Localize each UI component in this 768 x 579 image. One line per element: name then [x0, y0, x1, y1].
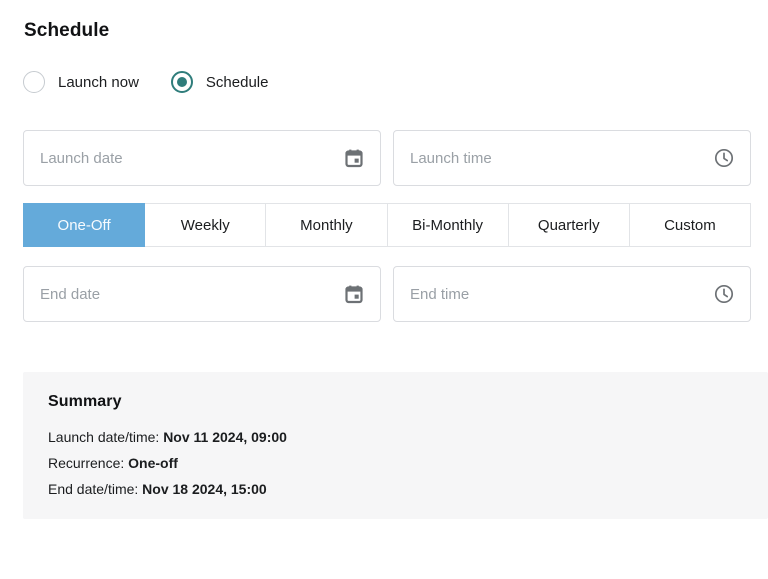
tab-monthly[interactable]: Monthly	[265, 203, 387, 247]
launch-mode-radio-group: Launch now Schedule	[23, 71, 768, 93]
radio-launch-now-label: Launch now	[58, 74, 139, 91]
summary-label: End date/time:	[48, 481, 142, 497]
launch-date-input[interactable]	[40, 150, 343, 167]
clock-icon[interactable]	[713, 147, 735, 169]
launch-datetime-row	[23, 130, 751, 186]
radio-launch-now[interactable]: Launch now	[23, 71, 139, 93]
radio-schedule-label: Schedule	[206, 74, 269, 91]
schedule-panel: Schedule Launch now Schedule	[0, 0, 768, 579]
tab-custom[interactable]: Custom	[629, 203, 751, 247]
summary-row-launch: Launch date/time: Nov 11 2024, 09:00	[48, 424, 743, 450]
launch-time-field[interactable]	[393, 130, 751, 186]
tab-bi-monthly[interactable]: Bi-Monthly	[387, 203, 509, 247]
radio-selected-icon[interactable]	[171, 71, 193, 93]
summary-card: Summary Launch date/time: Nov 11 2024, 0…	[23, 372, 768, 519]
end-date-input[interactable]	[40, 286, 343, 303]
summary-row-end: End date/time: Nov 18 2024, 15:00	[48, 476, 743, 502]
radio-schedule[interactable]: Schedule	[171, 71, 269, 93]
launch-date-field[interactable]	[23, 130, 381, 186]
calendar-icon[interactable]	[343, 283, 365, 305]
tab-weekly[interactable]: Weekly	[144, 203, 266, 247]
summary-value: One-off	[128, 455, 178, 471]
clock-icon[interactable]	[713, 283, 735, 305]
summary-title: Summary	[48, 393, 743, 411]
recurrence-tabs: One-Off Weekly Monthly Bi-Monthly Quarte…	[23, 203, 751, 247]
tab-quarterly[interactable]: Quarterly	[508, 203, 630, 247]
summary-label: Recurrence:	[48, 455, 128, 471]
launch-time-input[interactable]	[410, 150, 713, 167]
end-time-field[interactable]	[393, 266, 751, 322]
calendar-icon[interactable]	[343, 147, 365, 169]
end-datetime-row	[23, 266, 751, 322]
summary-label: Launch date/time:	[48, 429, 163, 445]
radio-unselected-icon[interactable]	[23, 71, 45, 93]
summary-value: Nov 11 2024, 09:00	[163, 429, 287, 445]
end-time-input[interactable]	[410, 286, 713, 303]
summary-rows: Launch date/time: Nov 11 2024, 09:00 Rec…	[48, 424, 743, 502]
summary-row-recurrence: Recurrence: One-off	[48, 450, 743, 476]
summary-value: Nov 18 2024, 15:00	[142, 481, 267, 497]
page-title: Schedule	[24, 20, 768, 42]
end-date-field[interactable]	[23, 266, 381, 322]
tab-one-off[interactable]: One-Off	[23, 203, 145, 247]
